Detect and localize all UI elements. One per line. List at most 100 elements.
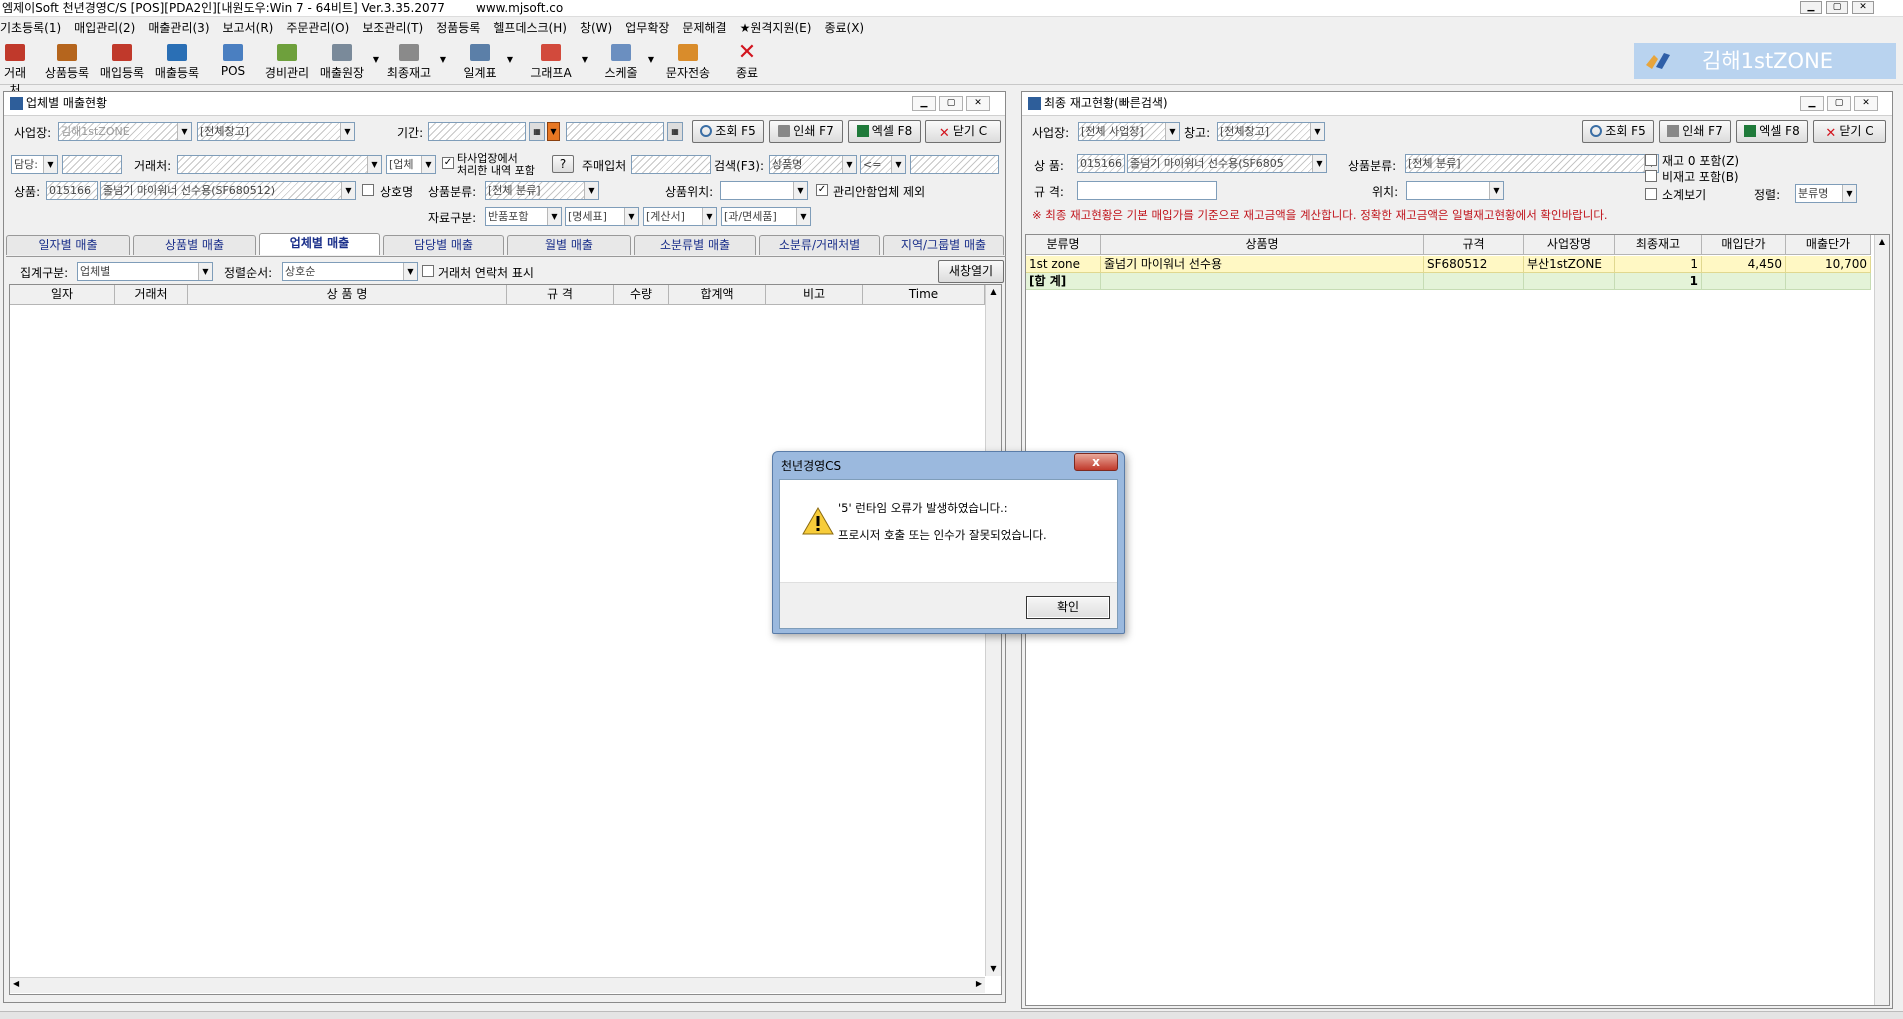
horizontal-scrollbar[interactable]: ◀ ▶ (10, 977, 985, 993)
menu-item[interactable]: 헬프데스크(H) (493, 21, 567, 35)
client-type-select[interactable]: [업체 ▼ (386, 155, 436, 174)
column-header[interactable]: 규 격 (507, 285, 614, 305)
by-name-checkbox[interactable] (362, 184, 374, 196)
product-name-select[interactable]: 줄넘기 마이워너 선수용(SF6805 ▼ (1127, 154, 1327, 173)
menu-item[interactable]: 매출관리(3) (148, 21, 209, 35)
toolbar-button[interactable]: 거래처 (0, 39, 30, 97)
table-cell[interactable]: 1 (1615, 256, 1702, 273)
business-select[interactable]: 김해1stZONE ▼ (58, 122, 192, 141)
tab-report[interactable]: 일자별 매출 (6, 235, 130, 255)
table-cell[interactable]: SF680512 (1424, 256, 1524, 273)
zero-stock-checkbox[interactable] (1645, 154, 1657, 166)
excel-button[interactable]: 엑셀 F8 (848, 120, 921, 143)
sort-select[interactable]: 상호순 ▼ (282, 262, 418, 281)
non-stock-checkbox[interactable] (1645, 170, 1657, 182)
tab-report[interactable]: 소분류별 매출 (634, 235, 756, 255)
column-header[interactable]: 상품명 (1101, 235, 1424, 255)
column-header[interactable]: 일자 (10, 285, 115, 305)
toolbar-button[interactable]: 그래프A ▼ (526, 39, 588, 85)
panel-restore-button[interactable]: ▢ (939, 96, 963, 111)
sort-select[interactable]: 분류명 ▼ (1795, 184, 1857, 203)
minimize-button[interactable]: ▁ (1800, 1, 1822, 14)
column-header[interactable]: 매출단가 (1786, 235, 1871, 255)
toolbar-button[interactable]: 일계표 ▼ (459, 39, 513, 85)
dialog-close-button[interactable]: x (1074, 453, 1118, 471)
business-select[interactable]: [전체 사업장] ▼ (1078, 122, 1180, 141)
close-button[interactable]: ✕ 닫기 C (1813, 120, 1886, 143)
warehouse-select[interactable]: [전체창고] ▼ (1217, 122, 1325, 141)
menu-item[interactable]: ★원격지원(E) (740, 21, 812, 35)
toolbar-button[interactable]: 매입등록 (97, 39, 147, 85)
product-name-select[interactable]: 줄넘기 마이워너 선수용(SF680512) ▼ (100, 181, 356, 200)
other-store-checkbox[interactable]: ✓ (442, 157, 454, 169)
data-type-1-select[interactable]: 반품포함 ▼ (485, 207, 562, 226)
toolbar-button[interactable]: 매출원장 ▼ (317, 39, 379, 85)
spec-input[interactable] (1077, 181, 1217, 200)
panel-close-button[interactable]: ✕ (1854, 96, 1878, 111)
restore-button[interactable]: ▢ (1826, 1, 1848, 14)
table-cell[interactable]: 줄넘기 마이워너 선수용 (1101, 256, 1424, 273)
menu-item[interactable]: 종료(X) (824, 21, 864, 35)
print-button[interactable]: 인쇄 F7 (1659, 120, 1731, 143)
table-cell[interactable]: 10,700 (1786, 256, 1871, 273)
operator-select[interactable]: <= ▼ (860, 155, 906, 174)
dropdown-arrow-icon[interactable]: ▼ (582, 55, 588, 64)
toolbar-button[interactable]: 스케줄 ▼ (600, 39, 654, 85)
data-type-4-select[interactable]: [과/면세품] ▼ (721, 207, 811, 226)
sales-grid[interactable]: ▲ ▼ ◀ ▶ 일자 거래처 상 품 명규 격 수량 합계액 비고 Time (9, 284, 1002, 995)
column-header[interactable]: 수량 (614, 285, 669, 305)
menu-item[interactable]: 문제해결 (682, 21, 726, 35)
menu-item[interactable]: 정품등록 (436, 21, 480, 35)
tab-report[interactable]: 업체별 매출 (259, 233, 380, 255)
tab-report[interactable]: 소분류/거래처별 (759, 235, 880, 255)
new-window-button[interactable]: 새창열기 (938, 260, 1004, 283)
panel-minimize-button[interactable]: ▁ (1800, 96, 1824, 111)
table-cell[interactable]: 4,450 (1702, 256, 1786, 273)
tab-report[interactable]: 지역/그룹별 매출 (883, 235, 1004, 255)
toolbar-button[interactable]: 최종재고 ▼ (384, 39, 446, 85)
column-header[interactable]: 상 품 명 (188, 285, 507, 305)
dropdown-arrow-icon[interactable]: ▼ (648, 55, 654, 64)
menu-item[interactable]: 보고서(R) (223, 21, 274, 35)
calendar-icon[interactable]: ▦ (667, 122, 683, 141)
toolbar-button[interactable]: 상품등록 (42, 39, 92, 85)
table-cell[interactable]: 부산1stZONE (1524, 256, 1615, 273)
exclude-unmanaged-checkbox[interactable]: ✓ (816, 184, 828, 196)
category-select[interactable]: [전체 분류]▼ (1405, 154, 1659, 173)
close-button[interactable]: ✕ 닫기 C (925, 120, 1001, 143)
menu-item[interactable]: 기초등록(1) (0, 21, 61, 35)
client-select[interactable]: ▼ (177, 155, 382, 174)
manager-input[interactable] (62, 155, 122, 174)
warehouse-select[interactable]: [전체창고] ▼ (197, 122, 355, 141)
product-code-input[interactable]: 015166 (1077, 154, 1125, 173)
period-start-date[interactable] (428, 122, 526, 141)
location-select[interactable]: ▼ (1406, 181, 1504, 200)
vertical-scrollbar[interactable]: ▲ (1874, 235, 1889, 1005)
stock-grid[interactable]: ▲ 분류명 상품명 규격 사업장명 최종재고 매입단가 매출단가 1st zone 줄넘기 마이… (1025, 234, 1890, 1006)
column-header[interactable]: 규격 (1424, 235, 1524, 255)
toolbar-button[interactable]: ✕ 종료 (730, 39, 764, 85)
ok-button[interactable]: 확인 (1026, 596, 1110, 619)
menu-item[interactable]: 주문관리(O) (286, 21, 349, 35)
column-header[interactable]: 사업장명 (1524, 235, 1615, 255)
search-button[interactable]: 조회 F5 (692, 120, 764, 143)
aggregate-select[interactable]: 업체별 ▼ (77, 262, 213, 281)
print-button[interactable]: 인쇄 F7 (769, 120, 843, 143)
dropdown-arrow-icon[interactable]: ▼ (373, 55, 379, 64)
search-value-input[interactable] (910, 155, 999, 174)
column-header[interactable]: 분류명 (1026, 235, 1101, 255)
tab-report[interactable]: 월별 매출 (507, 235, 631, 255)
data-type-2-select[interactable]: [명세표] ▼ (565, 207, 639, 226)
excel-button[interactable]: 엑셀 F8 (1736, 120, 1808, 143)
category-select[interactable]: [전체 분류]▼ (485, 181, 599, 200)
show-contact-checkbox[interactable] (422, 265, 434, 277)
calendar-icon[interactable]: ▦ (529, 122, 545, 141)
column-header[interactable]: 매입단가 (1702, 235, 1786, 255)
dropdown-arrow-icon[interactable]: ▼ (507, 55, 513, 64)
subtotal-checkbox[interactable] (1645, 188, 1657, 200)
menu-item[interactable]: 업무확장 (625, 21, 669, 35)
toolbar-button[interactable]: 문자전송 (663, 39, 713, 85)
column-header[interactable]: 최종재고 (1615, 235, 1702, 255)
column-header[interactable]: Time (863, 285, 985, 305)
search-button[interactable]: 조회 F5 (1582, 120, 1654, 143)
